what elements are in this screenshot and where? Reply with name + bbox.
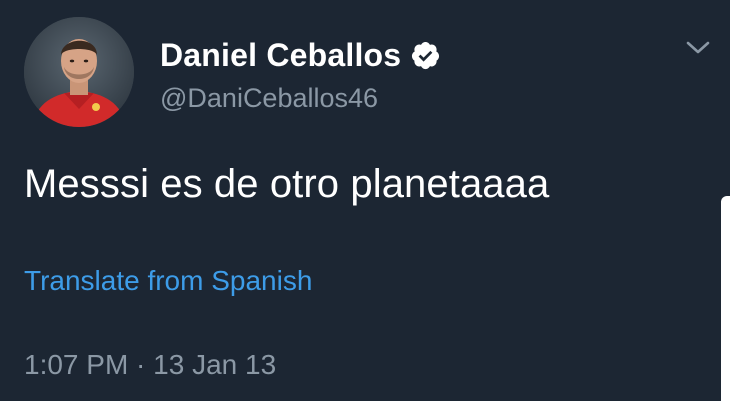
verified-badge-icon [410,40,441,71]
author-display-name[interactable]: Daniel Ceballos [160,39,401,71]
translate-link[interactable]: Translate from Spanish [24,264,312,298]
tweet-text: Messsi es de otro planetaaaa [24,162,550,206]
avatar-image [24,17,134,127]
tweet-timestamp[interactable]: 1:07 PM · 13 Jan 13 [24,348,276,382]
scrollbar[interactable] [721,196,730,401]
author-handle[interactable]: @DaniCeballos46 [160,82,378,114]
tweet-view: Daniel Ceballos @DaniCeballos46 Messsi e… [0,0,730,401]
author-name-row: Daniel Ceballos [160,33,441,77]
chevron-down-icon[interactable] [684,38,712,58]
avatar[interactable] [24,17,134,127]
